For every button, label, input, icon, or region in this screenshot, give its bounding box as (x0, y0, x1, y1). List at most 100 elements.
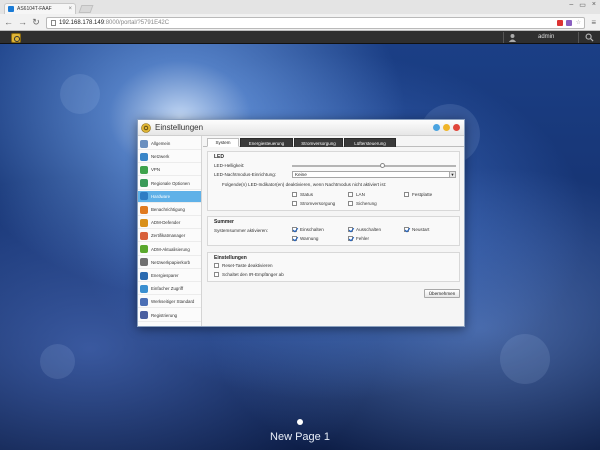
new-tab-button[interactable] (78, 5, 94, 13)
reload-icon[interactable]: ↻ (32, 18, 40, 27)
sidebar-item-label: Energiesparer (151, 273, 179, 278)
led-indicator-label: Festplatte (412, 191, 433, 197)
chevron-down-icon[interactable]: ▼ (449, 172, 455, 177)
translate-icon[interactable] (557, 19, 564, 26)
misc-setting-checkbox[interactable] (214, 263, 219, 268)
led-indicator-checkbox[interactable] (348, 192, 353, 197)
buzzer-option-checkbox[interactable] (404, 227, 409, 232)
factory-default-icon (140, 297, 148, 306)
sidebar-item-label: ADM-Aktualisierung (151, 246, 190, 252)
close-tab-icon[interactable]: × (68, 6, 72, 12)
settings-tab[interactable]: Energiesteuerung (240, 138, 293, 147)
extension-icon[interactable] (566, 19, 573, 26)
page-indicator-dot[interactable] (297, 419, 303, 425)
sidebar-item[interactable]: Benachrichtigung (138, 204, 201, 216)
settings-sidebar: Allgemein Netzwerk VPN Regionale Optionen Ha… (138, 136, 202, 326)
led-indicator-checkbox[interactable] (348, 201, 353, 206)
browser-tab[interactable]: AS6104T-FAAF × (4, 3, 76, 14)
sidebar-item[interactable]: VPN (138, 164, 201, 177)
buzzer-option-label: Fehler (356, 235, 370, 241)
forward-icon[interactable]: → (18, 18, 27, 27)
wallpaper-bokeh (40, 344, 75, 379)
window-titlebar[interactable]: Einstellungen (138, 120, 464, 136)
sidebar-item[interactable]: Energiesparer (138, 270, 201, 282)
username[interactable]: admin (538, 34, 554, 40)
settings-tab[interactable]: Lüftersteuerung (344, 138, 396, 147)
led-indicator-label: Status (300, 191, 314, 197)
browser-chrome: AS6104T-FAAF × – ▭ × ← → ↻ 192.168.178.1… (0, 0, 600, 31)
sidebar-item[interactable]: Einfacher Zugriff (138, 283, 201, 296)
address-bar[interactable]: 192.168.178.149:8000/portal/?5791E42C ☆ (46, 16, 586, 29)
search-icon[interactable] (585, 33, 594, 42)
defender-icon (140, 218, 148, 227)
user-icon[interactable] (508, 33, 517, 42)
sidebar-item-label: Netzwerk (151, 154, 170, 160)
back-icon[interactable]: ← (4, 18, 13, 27)
adm-taskbar: admin (0, 31, 600, 44)
sidebar-item[interactable]: ADM-Aktualisierung (138, 244, 201, 256)
led-brightness-thumb[interactable] (380, 163, 386, 168)
settings-tabs: System Energiesteuerung Stromversorgung Lüf… (203, 136, 464, 147)
buzzer-option-label: Warnung (300, 235, 319, 241)
buzzer-option-checkbox[interactable] (348, 236, 353, 241)
nav-bar: ← → ↻ 192.168.178.149:8000/portal/?5791E… (0, 14, 600, 31)
bookmark-star-icon[interactable]: ☆ (575, 20, 581, 26)
sidebar-item[interactable]: Netzwerk (138, 151, 201, 164)
taskbar-divider (503, 32, 504, 43)
apply-button[interactable]: Übernehmen (424, 289, 460, 298)
sidebar-item[interactable]: Allgemein (138, 138, 201, 150)
misc-setting-label: Reset-Taste deaktivieren (222, 262, 273, 268)
misc-settings-group: Einstellungen Reset-Taste deaktivieren Sc… (207, 252, 460, 282)
sidebar-item-label: Netzwerkpapierkorb (151, 259, 191, 265)
sidebar-item[interactable]: Werkseitiger Standard (138, 296, 201, 309)
taskbar-divider (578, 32, 579, 43)
sidebar-item[interactable]: Hardware (138, 190, 201, 203)
page-icon (51, 19, 56, 26)
sidebar-item-label: ADM-Defender (151, 220, 181, 226)
settings-tab[interactable]: System (207, 138, 239, 147)
led-indicator-checkbox[interactable] (404, 192, 409, 197)
close-window-button[interactable] (453, 124, 460, 131)
maximize-icon[interactable]: ▭ (579, 1, 586, 9)
recycle-bin-icon (140, 258, 148, 267)
sidebar-item[interactable]: ADM-Defender (138, 217, 201, 230)
buzzer-option-checkbox[interactable] (292, 227, 297, 232)
help-icon[interactable] (433, 124, 440, 131)
url-path: :8000/portal/?5791E42C (104, 19, 170, 26)
misc-settings-legend: Einstellungen (214, 255, 247, 261)
misc-setting-checkbox[interactable] (214, 272, 219, 277)
led-indicator-checkbox[interactable] (292, 201, 297, 206)
window-controls: – ▭ × (569, 1, 596, 9)
region-icon (140, 179, 148, 188)
sidebar-item[interactable]: Registrierung (138, 310, 201, 322)
led-indicator-label: Sicherung (356, 200, 377, 206)
sidebar-item-label: Benachrichtigung (151, 207, 185, 212)
night-mode-label: LED-Nachtmodus-Einrichtung: (214, 172, 277, 177)
led-indicator-label: Stromversorgung (300, 200, 336, 206)
buzzer-option-label: Ausschalten (356, 226, 382, 232)
misc-setting-label: Schaltet den IR-Empfänger ab (222, 271, 284, 277)
sidebar-item-label: Zertifikatmanager (151, 233, 186, 239)
close-window-icon[interactable]: × (592, 1, 596, 9)
led-indicator-checkbox[interactable] (292, 192, 297, 197)
vpn-icon (140, 165, 148, 174)
buzzer-option-checkbox[interactable] (348, 227, 353, 232)
menu-icon[interactable]: ≡ (591, 18, 596, 27)
adm-logo-icon[interactable] (11, 33, 21, 43)
buzzer-group: Summer Systemsummer aktivieren: Einschal… (207, 216, 460, 246)
sidebar-item-label: Werkseitiger Standard (151, 299, 195, 305)
sidebar-item[interactable]: Netzwerkpapierkorb (138, 257, 201, 269)
settings-tab[interactable]: Stromversorgung (294, 138, 343, 147)
minimize-window-icon[interactable] (443, 124, 450, 131)
page-label: New Page 1 (270, 431, 330, 443)
sidebar-item-label: Registrierung (151, 312, 178, 318)
energy-icon (140, 271, 148, 280)
sidebar-item[interactable]: Zertifikatmanager (138, 230, 201, 243)
update-icon (140, 245, 148, 254)
buzzer-option-checkbox[interactable] (292, 236, 297, 241)
night-mode-select[interactable]: Keine ▼ (292, 171, 456, 178)
led-brightness-slider[interactable] (292, 163, 456, 168)
sidebar-item[interactable]: Regionale Optionen (138, 178, 201, 190)
sidebar-item-label: Einfacher Zugriff (151, 286, 184, 292)
minimize-icon[interactable]: – (569, 1, 573, 9)
